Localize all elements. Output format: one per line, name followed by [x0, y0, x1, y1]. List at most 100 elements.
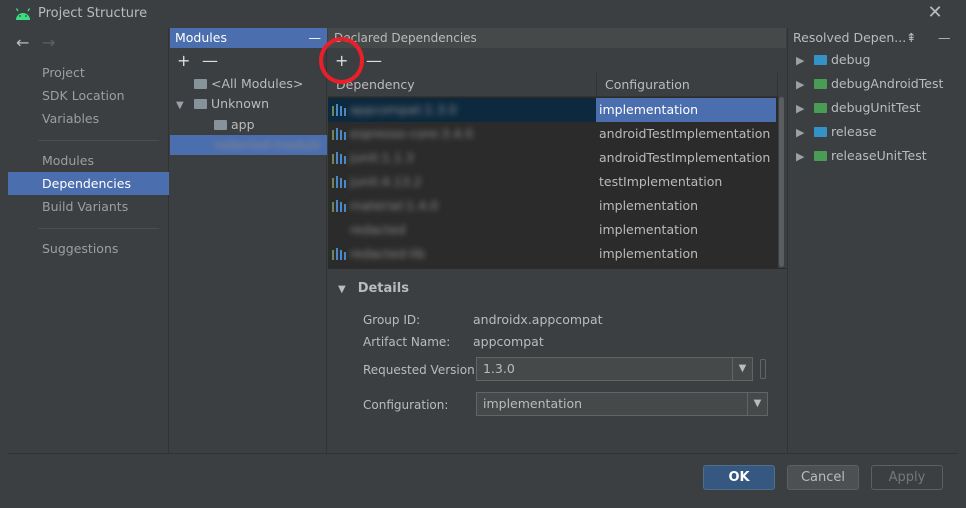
project-structure-dialog: Project Structure ✕ ← → Project SDK Loca…: [0, 0, 966, 508]
chevron-right-icon[interactable]: ▶: [796, 99, 814, 119]
configuration-combo[interactable]: implementation ▼: [476, 392, 768, 416]
resolved-item-debugandroidtest[interactable]: ▶ debugAndroidTest: [796, 74, 943, 94]
table-row[interactable]: redacted-lib implementation: [328, 242, 778, 266]
chevron-right-icon[interactable]: ▶: [796, 51, 814, 71]
resolved-item-label: debugUnitTest: [831, 100, 921, 115]
library-icon: [332, 104, 346, 116]
resolved-item-release[interactable]: ▶ release: [796, 122, 877, 142]
sidebar-item-variables[interactable]: Variables: [8, 107, 169, 130]
dependency-cell: redacted-lib: [328, 242, 596, 266]
table-scrollbar[interactable]: [778, 97, 785, 295]
forward-arrow-icon[interactable]: →: [42, 34, 55, 52]
dependency-name: appcompat:1.3.0: [350, 102, 457, 117]
minimize-icon[interactable]: —: [938, 28, 951, 48]
chevron-down-icon[interactable]: ▼: [176, 96, 194, 116]
folder-icon: [194, 78, 207, 89]
configuration-cell: testImplementation: [599, 174, 723, 189]
table-row[interactable]: material:1.4.0 implementation: [328, 194, 778, 218]
resolved-item-debug[interactable]: ▶ debug: [796, 50, 870, 70]
dependency-name: material:1.4.0: [350, 198, 439, 213]
add-dependency-button[interactable]: +: [335, 53, 348, 69]
chevron-right-icon[interactable]: ▶: [796, 123, 814, 143]
details-header[interactable]: ▼ Details: [338, 281, 409, 296]
dependency-name: junit:1.1.3: [350, 150, 414, 165]
tree-item-app[interactable]: app: [214, 115, 255, 135]
resolved-item-label: debugAndroidTest: [831, 76, 944, 91]
resolved-item-releaseunittest[interactable]: ▶ releaseUnitTest: [796, 146, 927, 166]
dependency-name: espresso-core:3.4.0: [350, 126, 474, 141]
requested-version-label: Requested Version:: [363, 363, 479, 377]
configuration-cell: implementation: [599, 246, 699, 261]
sidebar-divider: [38, 140, 159, 141]
chevron-down-icon[interactable]: ▼: [732, 358, 752, 380]
configuration-value: implementation: [483, 396, 583, 411]
details-panel: ▼ Details Group ID: androidx.appcompat Ar…: [328, 268, 786, 453]
dependency-name: redacted: [350, 222, 406, 237]
remove-module-button[interactable]: —: [202, 53, 218, 69]
declared-header: Declared Dependencies: [328, 28, 786, 48]
folder-icon: [814, 78, 827, 89]
dependency-cell: junit:4.13.2: [328, 170, 596, 194]
chevron-down-icon[interactable]: ▼: [338, 284, 346, 295]
configuration-cell: implementation: [599, 198, 699, 213]
library-icon: [332, 152, 346, 164]
close-icon[interactable]: ✕: [926, 4, 944, 22]
tree-item-unknown[interactable]: ▼ Unknown: [176, 94, 269, 114]
modules-header: Modules —: [170, 28, 327, 48]
artifact-name-value: appcompat: [473, 334, 544, 349]
tree-item-all-modules[interactable]: <All Modules>: [194, 74, 303, 94]
tree-item-redacted-module[interactable]: redacted-module: [170, 135, 327, 155]
back-arrow-icon[interactable]: ←: [16, 34, 29, 52]
ok-button[interactable]: OK: [703, 465, 775, 490]
android-icon: [15, 8, 31, 20]
configuration-cell: implementation: [599, 222, 699, 237]
apply-button[interactable]: Apply: [871, 465, 943, 490]
tree-item-label: redacted-module: [214, 137, 321, 152]
cancel-button[interactable]: Cancel: [787, 465, 859, 490]
dependency-cell: appcompat:1.3.0: [328, 98, 596, 122]
scrollbar-thumb[interactable]: [779, 97, 784, 267]
configuration-cell: androidTestImplementation: [599, 126, 771, 141]
configuration-cell: implementation: [596, 98, 776, 122]
table-row[interactable]: appcompat:1.3.0 implementation: [328, 98, 778, 122]
sidebar-item-project[interactable]: Project: [8, 61, 169, 84]
dependency-name: redacted-lib: [350, 246, 425, 261]
sidebar: ← → Project SDK Location Variables Modul…: [8, 28, 169, 453]
sidebar-item-build-variants[interactable]: Build Variants: [8, 195, 169, 218]
remove-dependency-button[interactable]: —: [366, 53, 382, 69]
library-icon: [332, 176, 346, 188]
declared-dependencies-panel: Declared Dependencies + — Dependency Con…: [328, 28, 786, 453]
column-header-dependency[interactable]: Dependency: [328, 73, 597, 97]
table-row[interactable]: junit:4.13.2 testImplementation: [328, 170, 778, 194]
resolved-header: Resolved Depen... ⇞ —: [788, 28, 959, 48]
requested-version-value: 1.3.0: [483, 361, 515, 376]
library-icon: [332, 128, 346, 140]
tree-item-label: Unknown: [211, 96, 270, 111]
sidebar-item-suggestions[interactable]: Suggestions: [8, 237, 169, 260]
minimize-icon[interactable]: —: [309, 28, 322, 48]
chevron-right-icon[interactable]: ▶: [796, 147, 814, 167]
chevron-right-icon[interactable]: ▶: [796, 75, 814, 95]
group-id-value: androidx.appcompat: [473, 312, 603, 327]
table-row[interactable]: espresso-core:3.4.0 androidTestImplement…: [328, 122, 778, 146]
folder-icon: [194, 98, 207, 109]
chevron-down-icon[interactable]: ▼: [747, 393, 767, 415]
table-row[interactable]: redacted implementation: [328, 218, 778, 242]
dependency-cell: junit:1.1.3: [328, 146, 596, 170]
sidebar-item-sdk-location[interactable]: SDK Location: [8, 84, 169, 107]
folder-icon: [814, 54, 827, 65]
column-header-configuration[interactable]: Configuration: [597, 73, 778, 97]
add-module-button[interactable]: +: [177, 53, 190, 69]
resolved-item-label: releaseUnitTest: [831, 148, 927, 163]
collapse-all-icon[interactable]: ⇞: [906, 28, 916, 48]
tree-item-label: <All Modules>: [211, 76, 304, 91]
sidebar-item-modules[interactable]: Modules: [8, 149, 169, 172]
resolved-item-debugunittest[interactable]: ▶ debugUnitTest: [796, 98, 920, 118]
version-field-handle[interactable]: [760, 359, 766, 379]
dependency-table: Dependency Configuration appcompat:1.3.0…: [328, 73, 778, 295]
requested-version-combo[interactable]: 1.3.0 ▼: [476, 357, 753, 381]
table-row[interactable]: junit:1.1.3 androidTestImplementation: [328, 146, 778, 170]
sidebar-item-dependencies[interactable]: Dependencies: [8, 172, 169, 195]
artifact-name-label: Artifact Name:: [363, 335, 451, 349]
dependency-name: junit:4.13.2: [350, 174, 422, 189]
